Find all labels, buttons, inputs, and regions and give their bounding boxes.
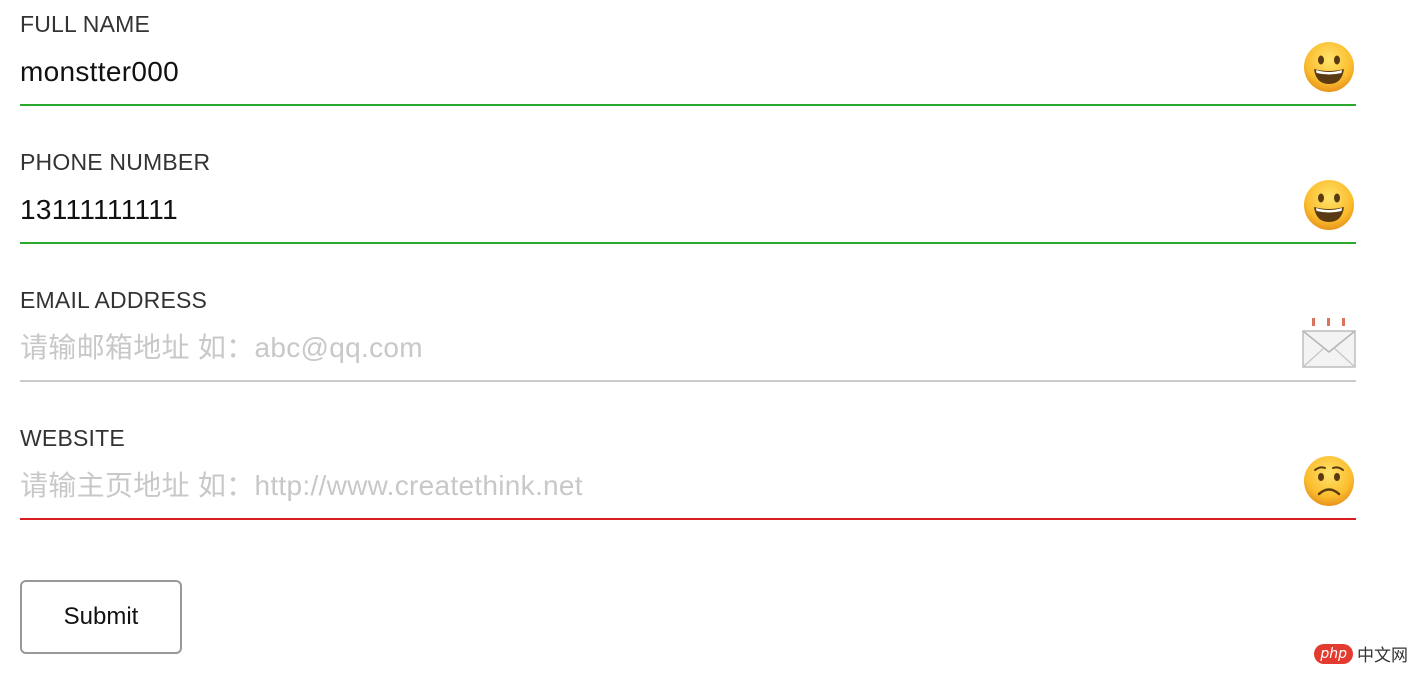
phone-number-field: PHONE NUMBER bbox=[20, 138, 1356, 244]
website-input[interactable] bbox=[20, 464, 1280, 508]
submit-button[interactable]: Submit bbox=[20, 580, 182, 654]
email-address-input[interactable] bbox=[20, 326, 1280, 370]
website-field: WEBSITE bbox=[20, 414, 1356, 520]
site-watermark: php 中文网 bbox=[1314, 641, 1408, 666]
email-address-label: EMAIL ADDRESS bbox=[20, 287, 208, 313]
phone-number-label: PHONE NUMBER bbox=[20, 149, 211, 175]
email-address-field: EMAIL ADDRESS bbox=[20, 276, 1356, 382]
worried-face-icon bbox=[1304, 456, 1354, 506]
website-underline bbox=[20, 518, 1356, 520]
full-name-underline bbox=[20, 104, 1356, 106]
watermark-text: 中文网 bbox=[1357, 646, 1408, 666]
website-label: WEBSITE bbox=[20, 425, 125, 451]
email-address-underline bbox=[20, 380, 1356, 382]
envelope-icon bbox=[1302, 318, 1356, 368]
grinning-face-icon bbox=[1304, 42, 1354, 92]
full-name-label: FULL NAME bbox=[20, 11, 151, 37]
phone-number-underline bbox=[20, 242, 1356, 244]
full-name-input[interactable] bbox=[20, 50, 1280, 94]
watermark-badge: php bbox=[1314, 643, 1353, 664]
grinning-face-icon bbox=[1304, 180, 1354, 230]
phone-number-input[interactable] bbox=[20, 188, 1280, 232]
full-name-field: FULL NAME bbox=[20, 0, 1356, 106]
signup-form: FULL NAME PHONE NUMBER bbox=[0, 0, 1418, 674]
